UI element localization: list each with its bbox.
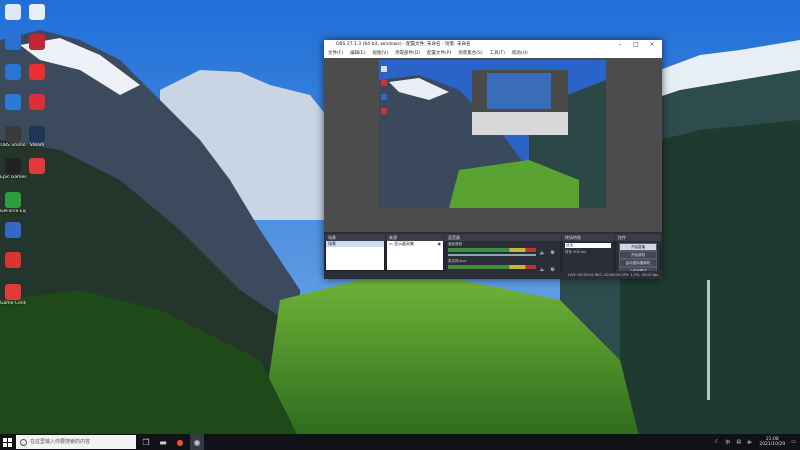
scenes-dock-title: 场景	[325, 234, 385, 241]
app-icon	[29, 94, 45, 110]
desktop-icon[interactable]	[0, 252, 26, 269]
desktop-icon[interactable]	[0, 94, 26, 111]
desktop-icon[interactable]	[0, 4, 26, 21]
transition-duration[interactable]: 时长 300 ms	[565, 250, 611, 255]
desktop-icon-obs[interactable]: OBS Studio	[0, 126, 26, 148]
obs-menu-bar: 文件(F) 编辑(E) 视图(V) 停靠部件(D) 配置文件(P) 场景集合(S…	[324, 50, 662, 58]
menu-help[interactable]: 帮助(H)	[512, 50, 528, 58]
weather-icon[interactable]: ☾	[715, 439, 719, 445]
search-placeholder: 在这里输入你要搜索的内容	[30, 439, 91, 445]
start-streaming-button[interactable]: 开始直播	[619, 243, 657, 251]
network-icon[interactable]: ▤	[736, 439, 741, 445]
system-tray: ☾ 中 ▤ 🔈 21:08 2021/10/29 ▭	[715, 434, 796, 450]
menu-tools[interactable]: 工具(T)	[490, 50, 505, 58]
clock-date: 2021/10/29	[759, 442, 786, 447]
search-icon	[20, 439, 27, 446]
transition-select[interactable]: 淡出	[565, 243, 611, 248]
obs-window[interactable]: OBS 27.1.3 (64-bit, windows) - 配置文件: 未命名…	[324, 40, 662, 279]
desktop-icon[interactable]	[0, 34, 26, 51]
input-method-icon[interactable]: 中	[725, 439, 730, 446]
speaker-icon[interactable]: 🔈	[540, 250, 546, 256]
menu-profile[interactable]: 配置文件(P)	[427, 50, 451, 58]
close-icon[interactable]: ×	[644, 40, 660, 50]
taskbar-search-box[interactable]: 在这里输入你要搜索的内容	[16, 435, 136, 449]
steam-icon	[29, 126, 45, 142]
app-icon	[5, 64, 21, 80]
obs-status-bar: LIVE: 00:00:00 REC: 00:00:00 CPU: 1.2%, …	[324, 271, 662, 279]
mixer-dock-title: 混音器	[445, 234, 561, 241]
task-view-icon[interactable]: ❐	[139, 434, 153, 450]
maximize-icon[interactable]: □	[628, 40, 644, 50]
obs-taskbar-icon[interactable]: ◉	[190, 434, 204, 450]
source-list-item[interactable]: ▭ 显示器采集 ◉	[387, 241, 443, 247]
controls-dock-title: 控件	[615, 234, 661, 241]
desktop-audio-volume-slider[interactable]	[448, 254, 536, 256]
app-icon	[5, 222, 21, 238]
visibility-eye-icon[interactable]: ◉	[438, 241, 442, 246]
desktop-icon[interactable]	[0, 64, 26, 81]
menu-docks[interactable]: 停靠部件(D)	[395, 50, 420, 58]
monitor-icon: ▭	[389, 241, 393, 246]
desktop-audio-meter	[448, 248, 536, 252]
desktop-icon-game-center[interactable]: Game Center	[0, 284, 26, 306]
menu-scene-collection[interactable]: 场景集合(S)	[458, 50, 482, 58]
menu-edit[interactable]: 编辑(E)	[350, 50, 365, 58]
taskbar: 在这里输入你要搜索的内容 ❐ ▬ ● ◉ ☾ 中 ▤ 🔈 21:08 2021/…	[0, 434, 800, 450]
desktop-icon[interactable]	[24, 64, 50, 81]
app-icon	[5, 252, 21, 268]
app-icon	[29, 158, 45, 174]
file-explorer-icon[interactable]: ▬	[156, 434, 170, 450]
app-icon	[5, 94, 21, 110]
desktop-icon-epic[interactable]: Epic Games Launcher	[0, 158, 26, 180]
desktop-icon-geforce[interactable]: GeForce Experience	[0, 192, 26, 214]
sources-list[interactable]: ▭ 显示器采集 ◉	[387, 241, 443, 270]
geforce-icon	[5, 192, 21, 208]
game-center-icon	[5, 284, 21, 300]
obs-title-bar[interactable]: OBS 27.1.3 (64-bit, windows) - 配置文件: 未命名…	[324, 40, 662, 50]
start-virtual-camera-button[interactable]: 启动虚拟摄像机	[619, 259, 657, 267]
obs-preview-canvas[interactable]	[324, 58, 662, 232]
desktop-icon[interactable]	[24, 158, 50, 175]
browser-icon[interactable]: ●	[173, 434, 187, 450]
menu-file[interactable]: 文件(F)	[328, 50, 343, 58]
desktop-icon[interactable]	[0, 222, 26, 239]
notification-icon[interactable]: ▭	[791, 439, 796, 445]
document-icon	[29, 4, 45, 20]
start-recording-button[interactable]: 开始录制	[619, 251, 657, 259]
recycle-bin-icon	[5, 4, 21, 20]
preview-screen-capture	[379, 60, 606, 208]
obs-icon	[5, 126, 21, 142]
track-desktop-audio-label: 桌面音频	[448, 242, 462, 246]
epic-games-icon	[5, 158, 21, 174]
app-icon	[5, 34, 21, 50]
obs-window-title: OBS 27.1.3 (64-bit, windows) - 配置文件: 未命名…	[336, 42, 471, 47]
app-icon	[29, 34, 45, 50]
sources-dock-title: 来源	[386, 234, 444, 241]
gear-icon[interactable]: ⚙	[551, 250, 555, 256]
windows-logo-icon	[2, 437, 12, 447]
taskbar-clock[interactable]: 21:08 2021/10/29	[759, 437, 785, 447]
start-button[interactable]	[0, 434, 14, 450]
desktop-icon-steam[interactable]: Steam	[24, 126, 50, 148]
desktop-icon[interactable]	[24, 4, 50, 21]
desktop-icon[interactable]	[24, 94, 50, 111]
scene-list-item[interactable]: 场景	[326, 241, 384, 247]
minimize-icon[interactable]: –	[612, 40, 628, 50]
desktop-icon[interactable]	[24, 34, 50, 51]
menu-view[interactable]: 视图(V)	[372, 50, 388, 58]
track-mic-label: 麦克风/Aux	[448, 259, 467, 263]
mic-audio-meter	[448, 265, 536, 269]
volume-icon[interactable]: 🔈	[747, 439, 753, 445]
app-icon	[29, 64, 45, 80]
transitions-dock-title: 转场特效	[562, 234, 614, 241]
source-name: 显示器采集	[394, 241, 415, 246]
scenes-list[interactable]: 场景	[326, 241, 384, 270]
